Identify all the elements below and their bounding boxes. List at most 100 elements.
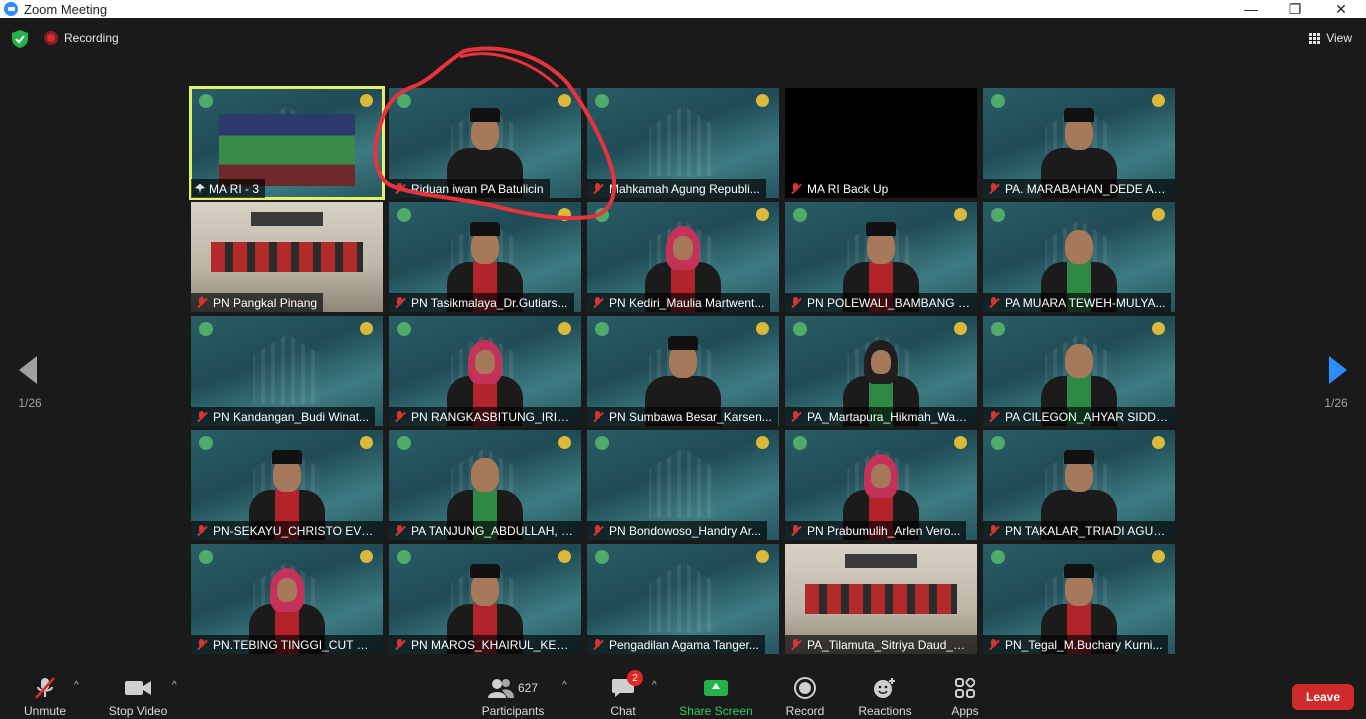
muted-microphone-icon (393, 638, 407, 651)
video-tile[interactable]: Mahkamah Agung Republi... (587, 88, 779, 198)
participant-name-label: PN Prabumulih_Arlen Vero... (785, 521, 967, 540)
room-people (211, 242, 363, 272)
window-titlebar: Zoom Meeting — ❐ ✕ (0, 0, 1366, 18)
reactions-label: Reactions (858, 704, 912, 718)
participant-name: PN Sumbawa Besar_Karsen... (609, 409, 772, 424)
participant-name-label: PN Bondowoso_Handry Ar... (587, 521, 768, 540)
participant-name: PN-SEKAYU_CHRISTO EVER... (213, 523, 377, 538)
participant-name: PN POLEWALI_BAMBANG S... (807, 295, 971, 310)
muted-microphone-icon (789, 524, 803, 537)
maximize-button[interactable]: ❐ (1272, 0, 1318, 18)
participants-icon (487, 679, 514, 698)
video-tile[interactable]: PN TAKALAR_TRIADI AGUS ... (983, 430, 1175, 540)
court-logo-icon (991, 322, 1005, 336)
recording-label[interactable]: Recording (64, 31, 119, 45)
participant-face (471, 458, 499, 492)
room-sign (251, 212, 323, 226)
minimize-button[interactable]: — (1228, 0, 1274, 18)
court-logo-icon (199, 436, 213, 450)
court-logo-icon (199, 550, 213, 564)
participant-name: PN Prabumulih_Arlen Vero... (807, 523, 961, 538)
audio-options-caret-icon[interactable]: ^ (74, 680, 79, 691)
room-people (805, 584, 957, 614)
participant-name: PN Kediri_Maulia Martwent... (609, 295, 765, 310)
unmute-label: Unmute (23, 704, 67, 718)
court-seal-icon (756, 322, 769, 335)
share-screen-icon (704, 680, 728, 696)
video-tile[interactable]: PN Sumbawa Besar_Karsen... (587, 316, 779, 426)
court-logo-icon (199, 322, 213, 336)
participants-label: Participants (481, 704, 545, 718)
previous-page-arrow-icon[interactable] (19, 356, 37, 384)
video-tile[interactable]: PN RANGKASBITUNG_IRIAT... (389, 316, 581, 426)
video-tile[interactable]: Pengadilan Agama Tanger... (587, 544, 779, 654)
video-tile[interactable]: PN_Tegal_M.Buchary Kurni... (983, 544, 1175, 654)
video-tile[interactable]: PA TANJUNG_ABDULLAH, S... (389, 430, 581, 540)
security-shield-icon[interactable] (12, 30, 28, 48)
video-tile[interactable]: PA MUARA TEWEH-MULYA... (983, 202, 1175, 312)
video-tile[interactable]: MA RI - 3 (189, 86, 385, 200)
court-logo-icon (199, 94, 213, 108)
chat-button[interactable]: 2 Chat (578, 670, 668, 718)
video-tile[interactable]: PA_Martapura_Hikmah_Wak... (785, 316, 977, 426)
court-seal-icon (1152, 436, 1165, 449)
next-page-arrow-icon[interactable] (1329, 356, 1347, 384)
video-tile[interactable]: PN Bondowoso_Handry Ar... (587, 430, 779, 540)
participant-name-label: PN RANGKASBITUNG_IRIAT... (389, 407, 581, 426)
video-tile[interactable]: PA. MARABAHAN_DEDE AN... (983, 88, 1175, 198)
video-tile[interactable]: Riduan iwan PA Batulicin (389, 88, 581, 198)
court-logo-icon (991, 94, 1005, 108)
video-tile[interactable]: MA RI Back Up (785, 88, 977, 198)
participant-name-label: PN Pangkal Pinang (191, 293, 324, 312)
stop-video-button[interactable]: Stop Video (93, 672, 183, 718)
video-tile[interactable]: PN Kediri_Maulia Martwent... (587, 202, 779, 312)
window-title: Zoom Meeting (24, 1, 108, 17)
page-indicator-left: 1/26 (18, 396, 42, 410)
participant-name-label: PA_Martapura_Hikmah_Wak... (785, 407, 977, 426)
video-tile[interactable]: PN.TEBING TINGGI_CUT CA... (191, 544, 383, 654)
participant-name: Riduan iwan PA Batulicin (411, 181, 544, 196)
participant-cap (470, 222, 500, 236)
court-logo-icon (595, 436, 609, 450)
participant-face (871, 350, 891, 374)
participant-name-label: PA TANJUNG_ABDULLAH, S... (389, 521, 581, 540)
share-screen-button[interactable]: Share Screen (671, 672, 761, 718)
chat-unread-badge: 2 (627, 670, 643, 686)
participant-name-label: PA_Tilamuta_Sitriya Daud_K... (785, 635, 977, 654)
video-tile[interactable]: PN Tasikmalaya_Dr.Gutiars... (389, 202, 581, 312)
muted-microphone-icon (31, 676, 59, 700)
emoji-plus-icon (871, 676, 899, 700)
leave-button[interactable]: Leave (1292, 684, 1354, 710)
muted-microphone-icon (987, 638, 1001, 651)
reactions-button[interactable]: Reactions (840, 672, 930, 718)
muted-microphone-icon (195, 410, 209, 423)
close-button[interactable]: ✕ (1318, 0, 1364, 18)
video-options-caret-icon[interactable]: ^ (172, 680, 177, 691)
background-building (649, 562, 717, 632)
video-tile[interactable]: PN POLEWALI_BAMBANG S... (785, 202, 977, 312)
video-tile[interactable]: PA CILEGON_AHYAR SIDDI... (983, 316, 1175, 426)
video-tile[interactable]: PN-SEKAYU_CHRISTO EVER... (191, 430, 383, 540)
participants-options-caret-icon[interactable]: ^ (562, 680, 567, 691)
muted-microphone-icon (987, 410, 1001, 423)
chat-options-caret-icon[interactable]: ^ (652, 680, 657, 691)
video-tile[interactable]: PN MAROS_KHAIRUL_KETUA (389, 544, 581, 654)
participant-cap (1064, 564, 1094, 578)
court-logo-icon (397, 208, 411, 222)
participant-name-label: PN.TEBING TINGGI_CUT CA... (191, 635, 383, 654)
court-logo-icon (991, 436, 1005, 450)
unmute-button[interactable]: Unmute (0, 672, 90, 718)
view-button[interactable]: View (1309, 31, 1352, 45)
participant-name-label: Pengadilan Agama Tanger... (587, 635, 765, 654)
participant-name-label: PN Kediri_Maulia Martwent... (587, 293, 771, 312)
participant-name: Pengadilan Agama Tanger... (609, 637, 759, 652)
video-tile[interactable]: PN Prabumulih_Arlen Vero... (785, 430, 977, 540)
court-logo-icon (397, 322, 411, 336)
record-button[interactable]: Record (760, 672, 850, 718)
participants-button[interactable]: 627 Participants (468, 672, 558, 718)
video-tile[interactable]: PA_Tilamuta_Sitriya Daud_K... (785, 544, 977, 654)
video-tile[interactable]: PN Kandangan_Budi Winat... (191, 316, 383, 426)
apps-button[interactable]: Apps (920, 672, 1010, 718)
court-logo-icon (397, 436, 411, 450)
video-tile[interactable]: PN Pangkal Pinang (191, 202, 383, 312)
